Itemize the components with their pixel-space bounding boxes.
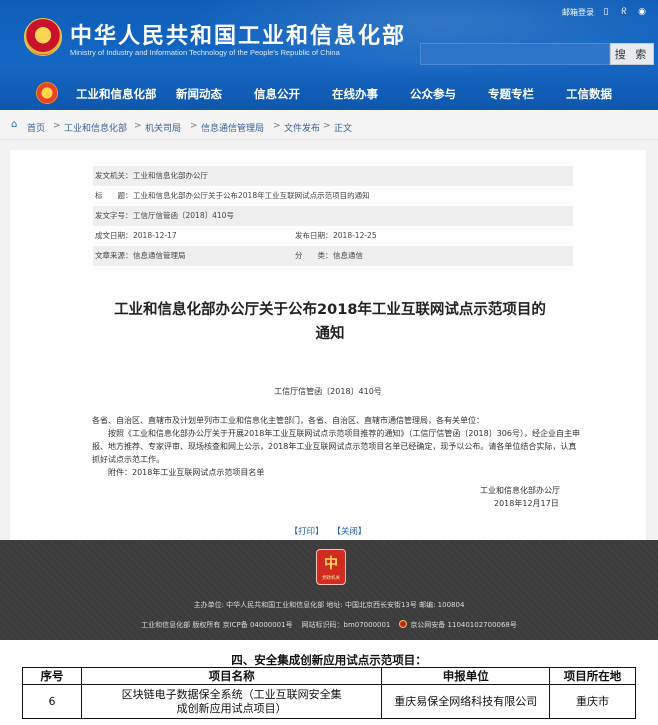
meta-row: 文章来源： 信息通信管理局 分 类： 信息通信 — [93, 246, 573, 266]
home-icon: ⌂ — [11, 119, 18, 130]
logo-icon[interactable] — [36, 82, 58, 104]
site-subtitle: Ministry of Industry and Information Tec… — [70, 48, 340, 57]
site-header: 中华人民共和国工业和信息化部 Ministry of Industry and … — [0, 0, 658, 110]
site-title[interactable]: 中华人民共和国工业和信息化部 — [70, 18, 406, 50]
breadcrumb-documents[interactable]: 文件发布 — [284, 121, 320, 134]
print-link[interactable]: 【打印】 — [290, 527, 324, 537]
meta-row: 发文字号： 工信厅信管函〔2018〕410号 — [93, 206, 573, 226]
party-gov-logo-icon[interactable]: 党政机关 — [316, 549, 346, 585]
meta-created-date: 2018-12-17 — [133, 231, 177, 240]
document-meta: 发文机关： 工业和信息化部办公厅 标 题： 工业和信息化部办公厅关于公布2018… — [93, 166, 573, 266]
meta-label: 分 类： — [295, 251, 333, 260]
meta-label: 成文日期： — [95, 231, 133, 240]
cell-name-line: 区块链电子数据保全系统（工业互联网安全集 — [121, 687, 342, 701]
meta-row: 发文机关： 工业和信息化部办公厅 — [93, 166, 573, 186]
meta-title: 工业和信息化部办公厅关于公布2018年工业互联网试点示范项目的通知 — [133, 191, 370, 200]
breadcrumb-departments[interactable]: 机关司局 — [145, 121, 181, 134]
breadcrumb: ⌂ 首页 > 工业和信息化部 > 机关司局 > 信息通信管理局 > 文件发布 >… — [0, 110, 658, 140]
breadcrumb-separator: > — [53, 121, 61, 131]
content-area: 发文机关： 工业和信息化部办公厅 标 题： 工业和信息化部办公厅关于公布2018… — [0, 140, 658, 540]
table-row: 6 区块链电子数据保全系统（工业互联网安全集 成创新应用试点项目） 重庆易保全网… — [22, 684, 636, 719]
search-button[interactable]: 搜 索 — [610, 43, 654, 65]
party-gov-logo-text: 党政机关 — [322, 576, 340, 581]
police-badge-icon — [399, 620, 408, 628]
document-panel: 发文机关： 工业和信息化部办公厅 标 题： 工业和信息化部办公厅关于公布2018… — [10, 150, 646, 540]
document-signature: 工业和信息化部办公厅 2018年12月17日 — [480, 484, 560, 510]
document-body: 各省、自治区、直辖市及计划单列市工业和信息化主管部门，各省、自治区、直辖市通信管… — [92, 414, 580, 479]
meta-category: 信息通信 — [333, 251, 363, 260]
breadcrumb-separator: > — [190, 121, 198, 131]
meta-published-date: 2018-12-25 — [333, 231, 377, 240]
column-header-location: 项目所在地 — [549, 667, 636, 685]
meta-source: 信息通信管理局 — [133, 251, 186, 260]
document-actions: 【打印】 【关闭】 — [10, 525, 646, 537]
cell-name: 区块链电子数据保全系统（工业互联网安全集 成创新应用试点项目） — [80, 684, 383, 719]
breadcrumb-miit[interactable]: 工业和信息化部 — [64, 121, 127, 134]
document-number: 工信厅信管函〔2018〕410号 — [274, 387, 382, 396]
meta-row: 标 题： 工业和信息化部办公厅关于公布2018年工业互联网试点示范项目的通知 — [93, 186, 573, 206]
attachment-link[interactable]: 附件：2018年工业互联网试点示范项目名单 — [92, 466, 580, 479]
nav-item-online-services[interactable]: 在线办事 — [332, 86, 378, 102]
search-input[interactable] — [420, 43, 610, 65]
document-title-line: 通知 — [315, 326, 345, 342]
cell-unit: 重庆易保全网络科技有限公司 — [381, 684, 551, 719]
top-links: 邮箱登录 ▯ ᖇ ◉ — [562, 6, 648, 18]
footer-copyright-line: 工业和信息化部 版权所有 京ICP备 04000001号 网站标识码：bm070… — [0, 620, 658, 630]
column-header-unit: 申报单位 — [381, 667, 551, 685]
meta-label: 发布日期： — [295, 231, 333, 240]
meta-issuer: 工业和信息化部办公厅 — [133, 171, 208, 180]
cell-name-line: 成创新应用试点项目） — [176, 701, 287, 715]
breadcrumb-current: 正文 — [334, 124, 353, 134]
breadcrumb-separator: > — [134, 121, 142, 131]
nav-item-info-disclosure[interactable]: 信息公开 — [254, 86, 300, 102]
footer-police-record[interactable]: 京公网安备 11040102700068号 — [410, 621, 517, 629]
site-footer: 党政机关 主办单位: 中华人民共和国工业和信息化部 地址: 中国北京西长安街13… — [0, 540, 658, 640]
column-header-name: 项目名称 — [80, 667, 383, 685]
close-link[interactable]: 【关闭】 — [332, 527, 366, 537]
cell-no: 6 — [22, 684, 82, 719]
document-title-line: 工业和信息化部办公厅关于公布2018年工业互联网试点示范项目的 — [114, 302, 546, 318]
nav-item-miit[interactable]: 工业和信息化部 — [76, 86, 157, 102]
mobile-icon[interactable]: ▯ — [600, 6, 612, 18]
nav-item-topics[interactable]: 专题专栏 — [488, 86, 534, 102]
body-paragraph: 按照《工业和信息化部办公厅关于开展2018年工业互联网试点示范项目推荐的通知》（… — [92, 429, 580, 464]
salutation: 各省、自治区、直辖市及计划单列市工业和信息化主管部门，各省、自治区、直辖市通信管… — [92, 416, 484, 425]
signer: 工业和信息化部办公厅 — [480, 486, 560, 495]
meta-label: 文章来源： — [95, 251, 133, 260]
nav-item-public-participation[interactable]: 公众参与 — [410, 86, 456, 102]
mail-login-link[interactable]: 邮箱登录 — [562, 7, 594, 18]
breadcrumb-home[interactable]: 首页 — [27, 121, 45, 134]
table-caption: 四、安全集成创新应用试点示范项目： — [231, 653, 427, 667]
breadcrumb-separator: > — [273, 121, 281, 131]
nav-item-data[interactable]: 工信数据 — [566, 86, 612, 102]
breadcrumb-bureau[interactable]: 信息通信管理局 — [201, 121, 264, 134]
column-header-no: 序号 — [22, 667, 82, 685]
footer-sponsor: 主办单位: 中华人民共和国工业和信息化部 地址: 中国北京西长安街13号 邮编:… — [193, 601, 465, 609]
meta-row: 成文日期： 2018-12-17 发布日期： 2018-12-25 — [93, 226, 573, 246]
rss-icon[interactable]: ᖇ — [618, 6, 630, 18]
footer-site-id: 网站标识码：bm07000001 — [301, 621, 391, 629]
meta-label: 发文字号： — [95, 211, 133, 220]
meta-label: 发文机关： — [95, 171, 133, 180]
footer-copyright[interactable]: 工业和信息化部 版权所有 京ICP备 04000001号 — [141, 621, 292, 629]
nav-item-news[interactable]: 新闻动态 — [176, 86, 222, 102]
breadcrumb-separator: > — [323, 121, 331, 131]
main-nav: 工业和信息化部 新闻动态 信息公开 在线办事 公众参与 专题专栏 工信数据 — [0, 80, 658, 110]
national-emblem-icon[interactable] — [24, 18, 62, 56]
project-table-section: 四、安全集成创新应用试点示范项目： 序号 项目名称 申报单位 项目所在地 6 区… — [0, 640, 658, 725]
table-header-row: 序号 项目名称 申报单位 项目所在地 — [22, 667, 636, 685]
project-table: 序号 项目名称 申报单位 项目所在地 6 区块链电子数据保全系统（工业互联网安全… — [22, 667, 636, 719]
meta-label: 标 题： — [95, 191, 133, 200]
cell-location: 重庆市 — [549, 684, 636, 719]
sign-date: 2018年12月17日 — [494, 499, 559, 508]
weibo-icon[interactable]: ◉ — [636, 6, 648, 18]
meta-doc-number: 工信厅信管函〔2018〕410号 — [133, 211, 234, 220]
document-title: 工业和信息化部办公厅关于公布2018年工业互联网试点示范项目的 通知 — [70, 298, 590, 346]
